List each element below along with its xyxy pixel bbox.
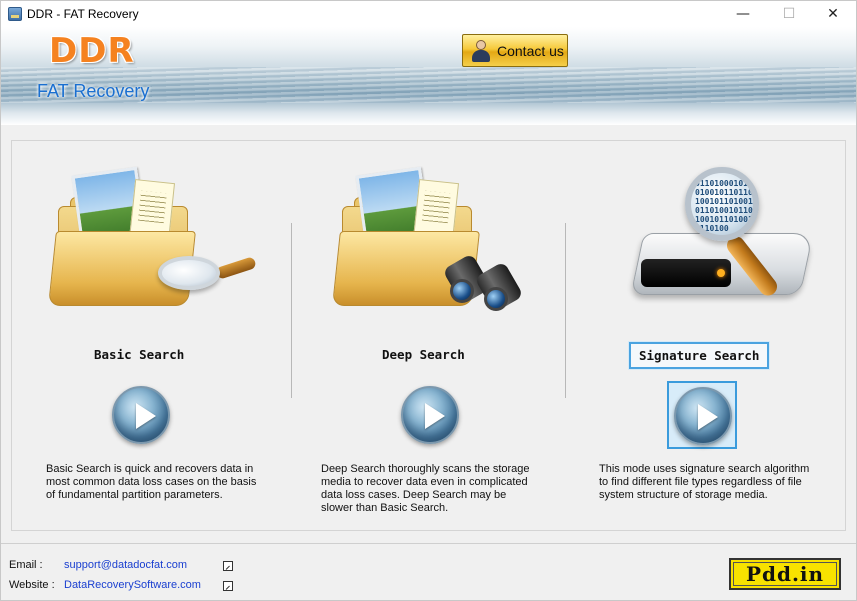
folder-binoculars-illustration	[332, 161, 552, 313]
play-icon	[698, 404, 718, 430]
maximize-button[interactable]: ☐	[766, 1, 812, 27]
contact-us-label: Contact us	[497, 42, 564, 59]
person-icon	[471, 39, 491, 62]
signature-search-focus-frame	[667, 381, 737, 449]
deep-search-description: Deep Search thoroughly scans the storage…	[321, 463, 530, 514]
deep-search-label[interactable]: Deep Search	[382, 347, 465, 362]
email-label: Email :	[9, 559, 43, 571]
app-icon	[8, 7, 22, 21]
app-window: DDR - FAT Recovery — ☐ ✕ DDR FAT Recover…	[0, 0, 857, 601]
ddr-logo: DDR	[49, 31, 135, 71]
drive-magnifier-illustration: 0110100010110100101101101001011010010110…	[597, 161, 817, 311]
search-options-panel: Basic Search Basic Search is quick and r…	[11, 140, 846, 531]
signature-search-description: This mode uses signature search algorith…	[599, 463, 810, 501]
magnifier-icon: 0110100010110100101101101001011010010110…	[685, 167, 759, 241]
website-link[interactable]: DataRecoverySoftware.com	[64, 579, 201, 591]
folder-magnifier-illustration	[48, 161, 268, 311]
external-link-icon[interactable]	[223, 581, 233, 591]
minimize-button[interactable]: —	[720, 1, 766, 27]
deep-search-play-button[interactable]	[401, 386, 459, 444]
title-bar: DDR - FAT Recovery — ☐ ✕	[1, 1, 856, 27]
contact-us-button[interactable]: Contact us	[462, 34, 568, 67]
pdd-brand-text: Pdd.in	[745, 562, 825, 586]
signature-search-play-button[interactable]	[674, 387, 732, 445]
binary-digits: 0110100010110100101101101001011010010110…	[695, 179, 753, 233]
pdd-brand-badge[interactable]: Pdd.in	[729, 558, 841, 590]
basic-search-play-button[interactable]	[112, 386, 170, 444]
play-icon	[136, 403, 156, 429]
basic-search-option: Basic Search Basic Search is quick and r…	[12, 141, 282, 532]
website-label: Website :	[9, 579, 55, 591]
email-link[interactable]: support@datadocfat.com	[64, 559, 187, 571]
deep-search-option: Deep Search Deep Search thoroughly scans…	[292, 141, 562, 532]
basic-search-label[interactable]: Basic Search	[94, 347, 184, 362]
signature-search-option: 0110100010110100101101101001011010010110…	[567, 141, 837, 532]
signature-search-label[interactable]: Signature Search	[629, 342, 770, 369]
external-link-icon[interactable]	[223, 561, 233, 571]
header-banner: DDR FAT Recovery Contact us	[1, 27, 856, 125]
basic-search-description: Basic Search is quick and recovers data …	[46, 463, 257, 501]
window-title: DDR - FAT Recovery	[27, 7, 139, 21]
product-subtitle: FAT Recovery	[37, 81, 150, 101]
close-button[interactable]: ✕	[810, 1, 856, 27]
footer-divider	[1, 543, 856, 544]
play-icon	[425, 403, 445, 429]
magnifier-icon	[158, 256, 257, 292]
binoculars-icon	[442, 249, 530, 313]
divider	[565, 223, 566, 398]
